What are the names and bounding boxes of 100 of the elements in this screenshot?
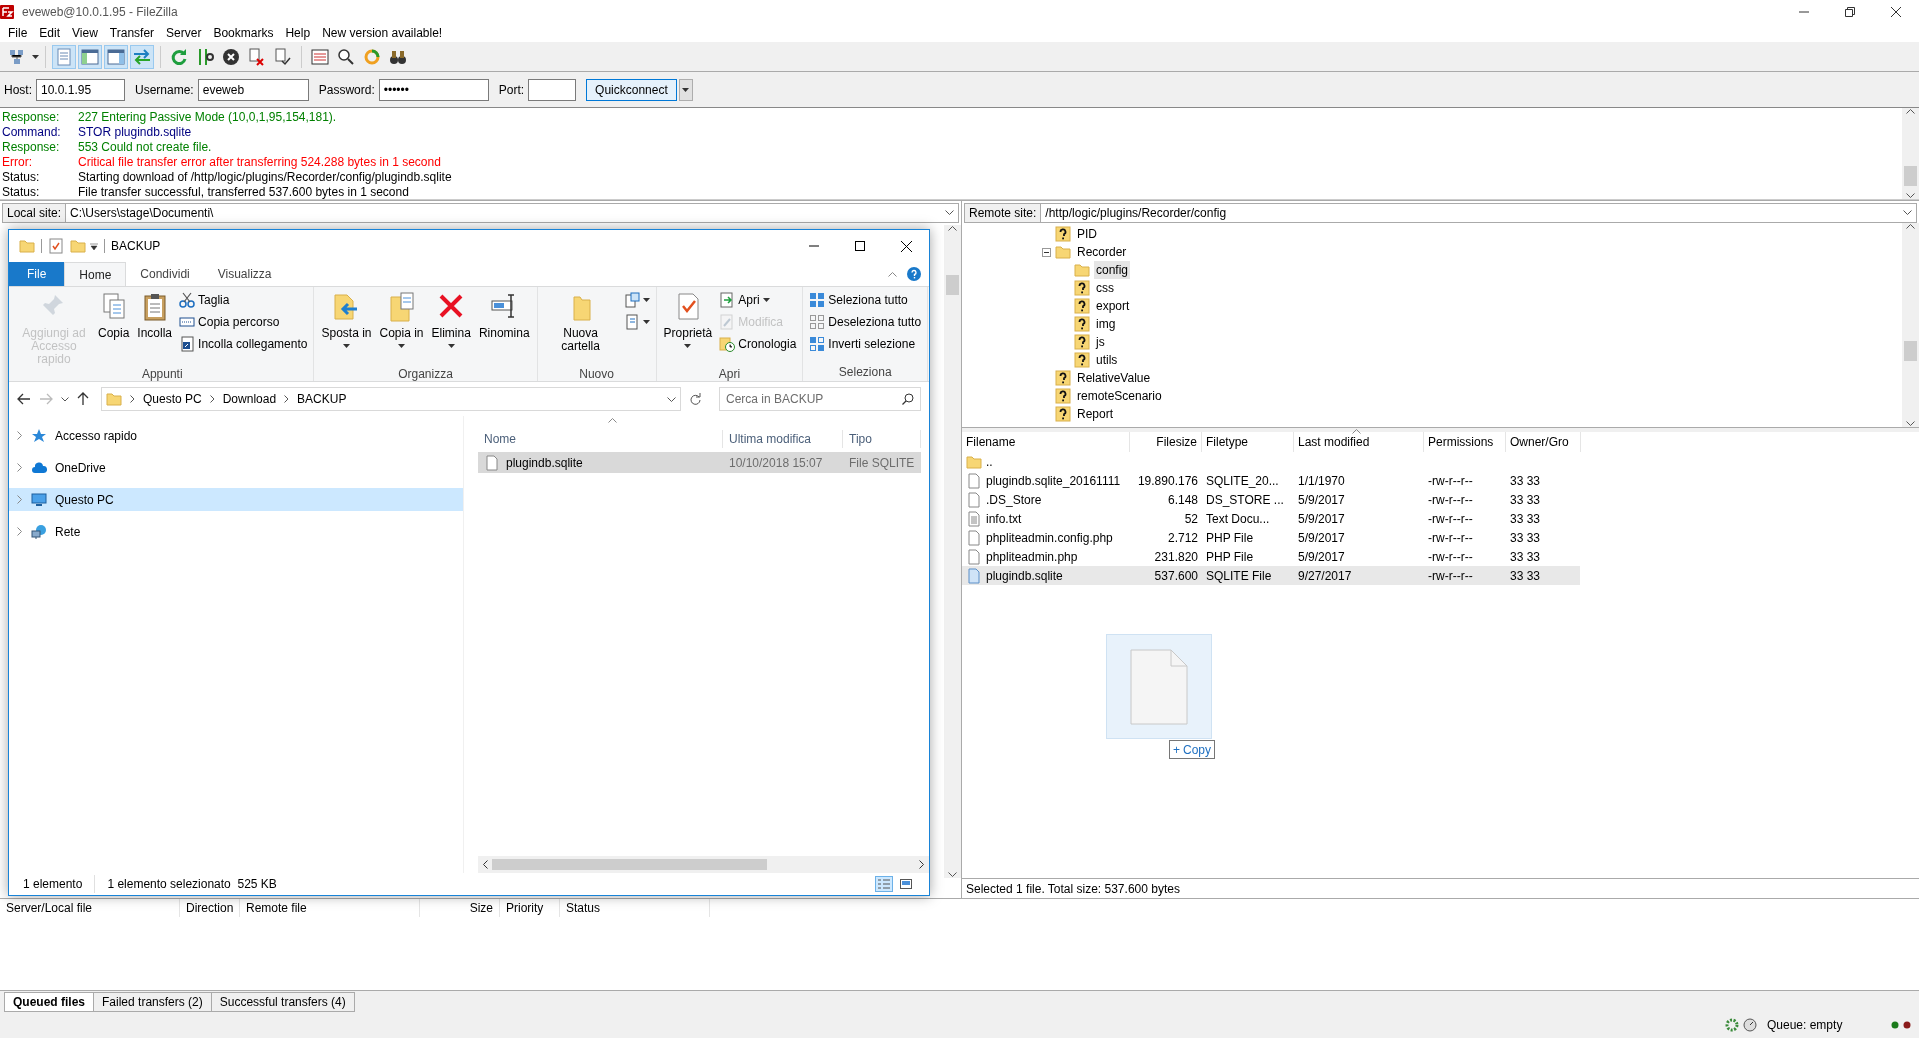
tree-item[interactable]: Recorder (1075, 243, 1129, 261)
quickconnect-dropdown[interactable] (678, 78, 693, 101)
file-row[interactable]: info.txt 52 Text Docu... 5/9/2017 -rw-r--r-- 33 33 (962, 509, 1580, 528)
message-log-icon (54, 46, 74, 67)
tree-item[interactable]: config (1094, 261, 1131, 279)
ribbon-button[interactable]: Incolla collegamento (177, 333, 310, 355)
ribbon-button[interactable]: Proprietà (660, 289, 716, 363)
column-header[interactable]: Filetype (1202, 432, 1294, 452)
ribbon-button[interactable]: Sposta in (318, 289, 375, 363)
tree-item[interactable]: Report (1075, 405, 1116, 423)
nav-item[interactable]: Rete (9, 520, 463, 543)
scrollbar[interactable] (1902, 108, 1919, 199)
password-field[interactable]: •••••• (378, 78, 489, 101)
tab[interactable]: Failed transfers (2) (93, 992, 212, 1012)
ribbon-button[interactable]: Incolla (134, 289, 176, 363)
ribbon-button[interactable]: Rinomina (475, 289, 533, 363)
scrollbar-thumb[interactable] (1904, 166, 1917, 186)
tab[interactable]: Queued files (4, 992, 95, 1012)
ribbon-button[interactable]: Apri (717, 289, 799, 311)
column-header[interactable]: Status (560, 899, 710, 917)
scrollbar[interactable] (944, 225, 961, 878)
horizontal-scrollbar[interactable] (478, 856, 929, 873)
nav-item[interactable]: Questo PC (9, 488, 463, 511)
column-header[interactable]: Last modified (1294, 432, 1424, 452)
menu-item[interactable]: Transfer (103, 24, 161, 42)
file-row[interactable]: plugindb.sqlite_20161111 19.890.176 SQLITE_20... 1/1/1970 -rw-r--r-- 33 33 (962, 471, 1580, 490)
tree-item[interactable]: export (1094, 297, 1132, 315)
scrollbar-thumb[interactable] (1904, 341, 1917, 361)
ribbon-button[interactable]: Copia in (376, 289, 427, 363)
ribbon-tab[interactable]: Home (64, 262, 127, 286)
menu-item[interactable]: File (2, 24, 34, 42)
tree-item[interactable]: utils (1094, 351, 1120, 369)
ribbon-button[interactable]: Deseleziona tutto (807, 311, 924, 333)
unknown-folder-icon (1074, 334, 1090, 350)
tree-item[interactable]: js (1094, 333, 1107, 351)
scrollbar[interactable] (1902, 223, 1919, 427)
column-header[interactable]: Server/Local file (0, 899, 180, 917)
tree-item[interactable]: img (1094, 315, 1118, 333)
tree-item[interactable]: css (1094, 279, 1116, 297)
tree-item[interactable]: PID (1075, 225, 1099, 243)
folder-icon (1055, 244, 1071, 260)
file-row[interactable]: plugindb.sqlite 537.600 SQLITE File 9/27/2017 -rw-r--r-- 33 33 (962, 566, 1580, 585)
ribbon-button[interactable]: Nuova cartella (541, 289, 620, 363)
tab[interactable]: Successful transfers (4) (210, 992, 355, 1012)
search-input[interactable]: Cerca in BACKUP (720, 388, 902, 410)
column-header[interactable]: Tipo (843, 430, 921, 448)
ribbon-button[interactable]: Copia (95, 289, 133, 363)
breadcrumb-item[interactable]: BACKUP (297, 390, 347, 408)
scroll-down-icon (1906, 421, 1915, 427)
ribbon-tab[interactable]: Condividi (126, 262, 204, 286)
column-header[interactable]: Remote file (240, 899, 420, 917)
menu-item[interactable]: Server (160, 24, 208, 42)
file-row[interactable]: .. (962, 452, 1580, 471)
input-field[interactable]: eveweb (197, 78, 309, 101)
input-field[interactable]: 10.0.1.95 (36, 78, 125, 101)
column-header[interactable]: Priority (500, 899, 560, 917)
tree-item[interactable]: RelativeValue (1075, 369, 1153, 387)
unknown-folder-icon (1055, 226, 1071, 242)
column-header[interactable]: Filesize (1130, 432, 1202, 452)
file-row[interactable]: phpliteadmin.php 231.820 PHP File 5/9/2017 -rw-r--r-- 33 33 (962, 547, 1580, 566)
file-tab[interactable]: File (9, 262, 65, 286)
address-bar[interactable]: Questo PC Download BACKUP (101, 387, 681, 411)
file-row[interactable]: phpliteadmin.config.php 2.712 PHP File 5/9/2017 -rw-r--r-- 33 33 (962, 528, 1580, 547)
menu-item[interactable]: Bookmarks (207, 24, 280, 42)
column-header[interactable]: Filename (962, 432, 1130, 452)
remote-tree-button[interactable] (104, 44, 128, 69)
column-header[interactable]: Nome (478, 430, 723, 448)
thumbnails-view-button[interactable] (897, 876, 915, 892)
local-tree-button[interactable] (78, 44, 102, 69)
file-row[interactable]: plugindb.sqlite 10/10/2018 15:07 File SQLITE (478, 452, 921, 473)
transfer-queue-button[interactable] (130, 44, 154, 69)
tree-item[interactable]: remoteScenario (1075, 387, 1164, 405)
ribbon-tab[interactable]: Visualizza (203, 262, 286, 286)
column-header[interactable]: Direction (180, 899, 240, 917)
breadcrumb-item[interactable]: Download (222, 390, 277, 408)
menu-item[interactable]: New version available! (316, 24, 449, 42)
column-header[interactable]: Size (420, 899, 500, 917)
search-field[interactable]: Cerca in BACKUP (719, 387, 921, 411)
column-header[interactable]: Ultima modifica (723, 430, 843, 448)
input-field[interactable] (528, 78, 577, 101)
ribbon-button[interactable]: Elimina (428, 289, 474, 363)
scrollbar-thumb[interactable] (946, 275, 959, 295)
quickconnect-button[interactable]: Quickconnect (586, 78, 677, 101)
ribbon-button[interactable]: Inverti selezione (807, 333, 924, 355)
ribbon-button[interactable]: Taglia (177, 289, 310, 311)
minimize-icon (809, 245, 819, 247)
column-header[interactable]: Owner/Gro (1506, 432, 1581, 452)
file-row[interactable]: .DS_Store 6.148 DS_STORE ... 5/9/2017 -rw-r--r-- 33 33 (962, 490, 1580, 509)
ribbon-button[interactable]: Cronologia (717, 333, 799, 355)
column-header[interactable]: Permissions (1424, 432, 1506, 452)
table-cell-text: Text Docu... (1206, 510, 1270, 528)
table-cell-text: SQLITE File (1206, 567, 1272, 585)
ribbon-button[interactable]: Copia percorso (177, 311, 310, 333)
menu-item[interactable]: Edit (33, 24, 67, 42)
menu-item[interactable]: View (66, 24, 104, 42)
nav-item[interactable]: OneDrive (9, 456, 463, 479)
menu-item[interactable]: Help (279, 24, 317, 42)
breadcrumb-item[interactable]: Questo PC (143, 390, 202, 408)
nav-item[interactable]: Accesso rapido (9, 424, 463, 447)
ribbon-button[interactable]: Seleziona tutto (807, 289, 924, 311)
